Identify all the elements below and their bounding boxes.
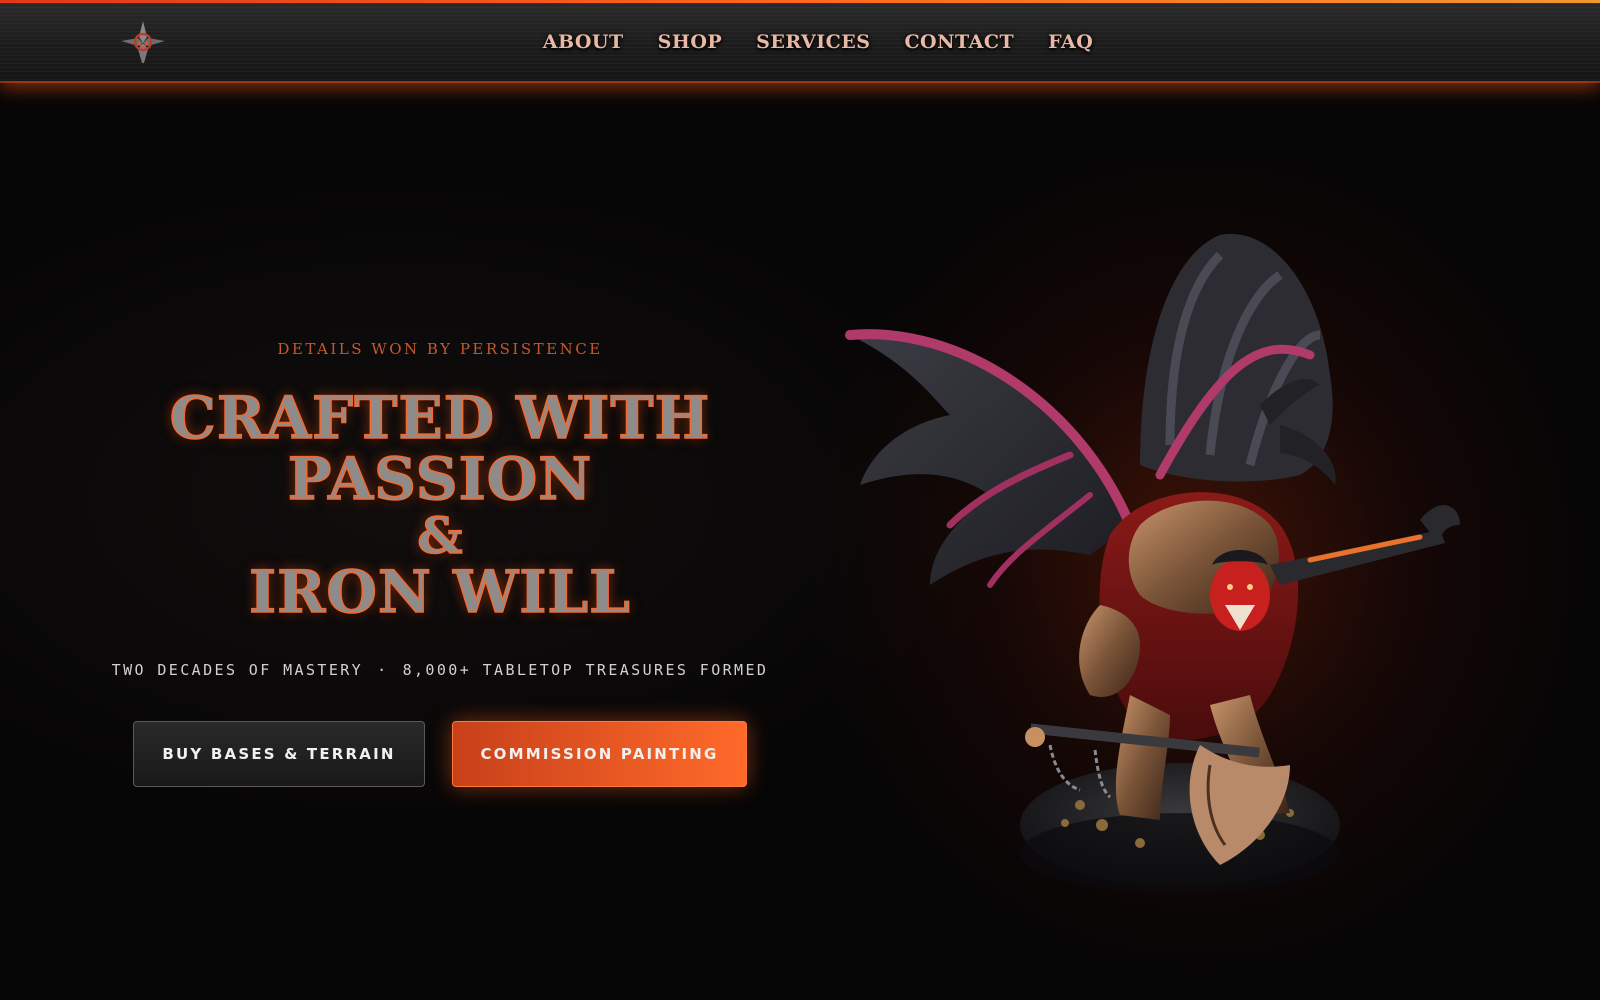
nav-menu: ABOUT SHOP SERVICES CONTACT FAQ	[0, 3, 1600, 81]
nav-link-services[interactable]: SERVICES	[756, 31, 870, 53]
winged-demon-miniature-icon	[840, 225, 1480, 925]
headline-line-3: IRON WILL	[248, 558, 631, 627]
hero-buttons: BUY BASES & TERRAIN COMMISSION PAINTING	[90, 721, 790, 788]
stat-count: 8,000+ TABLETOP TREASURES FORMED	[402, 661, 769, 680]
buy-bases-terrain-button[interactable]: BUY BASES & TERRAIN	[133, 721, 425, 788]
stat-experience: TWO DECADES OF MASTERY	[111, 661, 364, 680]
hero-headline: CRAFTED WITH PASSION & IRON WILL	[90, 384, 790, 627]
headline-line-1: CRAFTED WITH PASSION	[169, 384, 711, 513]
nav-link-about[interactable]: ABOUT	[543, 31, 624, 53]
hero-tagline: DETAILS WON BY PERSISTENCE	[277, 340, 603, 358]
top-navigation: ABOUT SHOP SERVICES CONTACT FAQ	[0, 3, 1600, 81]
headline-ampersand: &	[417, 505, 464, 565]
nav-link-contact[interactable]: CONTACT	[904, 31, 1014, 53]
commission-painting-button[interactable]: COMMISSION PAINTING	[452, 721, 747, 788]
landing-page: ABOUT SHOP SERVICES CONTACT FAQ DETAILS …	[0, 0, 1600, 1000]
nav-link-shop[interactable]: SHOP	[658, 31, 723, 53]
stat-separator: ·	[377, 661, 389, 680]
hero-section: DETAILS WON BY PERSISTENCE CRAFTED WITH …	[90, 340, 790, 788]
nav-link-faq[interactable]: FAQ	[1048, 31, 1093, 53]
hero-stats: TWO DECADES OF MASTERY · 8,000+ TABLETOP T…	[90, 661, 790, 679]
